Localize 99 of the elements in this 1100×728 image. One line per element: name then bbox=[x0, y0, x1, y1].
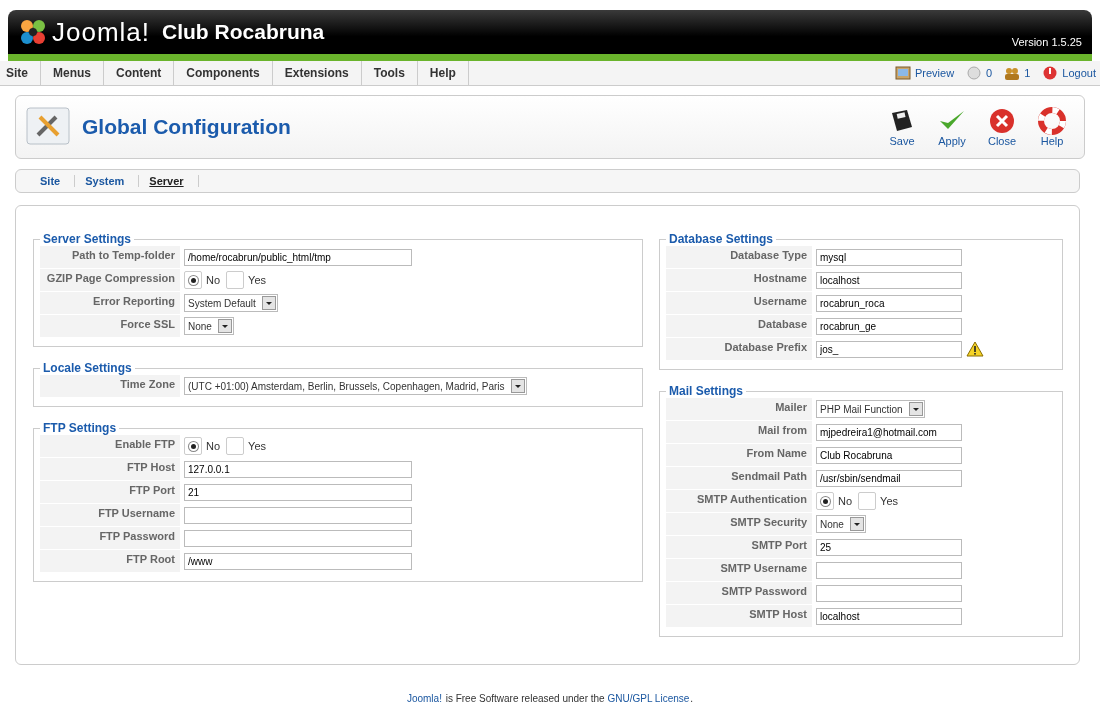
text-field[interactable] bbox=[816, 584, 962, 602]
text-field[interactable]: mysql bbox=[816, 248, 962, 266]
radio-button[interactable] bbox=[184, 437, 202, 455]
text-field[interactable]: /usr/sbin/sendmail bbox=[816, 469, 962, 487]
field-label: FTP Host bbox=[40, 458, 180, 480]
field-label: Mail from bbox=[666, 421, 812, 443]
radio-button[interactable] bbox=[184, 271, 202, 289]
section-title: Mail Settings bbox=[668, 384, 744, 398]
footer-link[interactable]: Joomla! bbox=[406, 693, 442, 704]
text-field[interactable] bbox=[816, 561, 962, 579]
text-field[interactable]: /www bbox=[184, 552, 412, 570]
field-label: SMTP Host bbox=[666, 605, 812, 627]
text-field[interactable]: 25 bbox=[816, 538, 962, 556]
tab[interactable]: Server bbox=[139, 175, 199, 187]
dropdown[interactable]: System Default bbox=[184, 294, 278, 312]
tab[interactable]: Site bbox=[30, 175, 76, 187]
field-label: Path to Temp-folder bbox=[40, 246, 180, 268]
flower-logo-icon bbox=[18, 17, 48, 47]
field-label: Database bbox=[666, 315, 812, 337]
toolbar-button[interactable]: Apply bbox=[930, 107, 974, 147]
users-icon bbox=[1004, 65, 1021, 81]
field-label: From Name bbox=[666, 444, 812, 466]
toolbar-button[interactable]: Close bbox=[980, 107, 1024, 147]
radio-button[interactable] bbox=[858, 492, 877, 510]
logo-text: Joomla! bbox=[52, 16, 151, 48]
lifebuoy-icon bbox=[1037, 107, 1067, 135]
radio-label: Yes bbox=[248, 440, 266, 452]
status-link[interactable]: 0 bbox=[966, 65, 993, 81]
section-title: Server Settings bbox=[42, 232, 133, 246]
field-label: FTP Port bbox=[40, 481, 180, 503]
status-link[interactable]: Logout bbox=[1042, 65, 1096, 81]
status-link[interactable]: Preview bbox=[894, 65, 955, 81]
menu-item[interactable]: Menus bbox=[41, 61, 105, 85]
field-label: Enable FTP bbox=[40, 435, 180, 457]
text-field[interactable]: jos_ bbox=[816, 340, 962, 358]
menu-item[interactable]: Content bbox=[104, 61, 175, 85]
page-title: Global Configuration bbox=[82, 115, 291, 139]
radio-label: Yes bbox=[248, 274, 266, 286]
field-label: Database Prefix bbox=[666, 338, 812, 360]
preview-icon bbox=[894, 65, 911, 81]
field-label: Time Zone bbox=[40, 375, 180, 397]
field-label: Hostname bbox=[666, 269, 812, 291]
status-link[interactable]: 1 bbox=[1004, 65, 1031, 81]
version-label: Version 1.5.25 bbox=[1011, 36, 1082, 48]
field-label: FTP Username bbox=[40, 504, 180, 526]
section-title: Locale Settings bbox=[42, 361, 133, 375]
tab[interactable]: System bbox=[75, 175, 140, 187]
toolbar-button[interactable]: Save bbox=[880, 107, 924, 147]
text-field[interactable]: localhost bbox=[816, 271, 962, 289]
field-label: FTP Password bbox=[40, 527, 180, 549]
field-label: Sendmail Path bbox=[666, 467, 812, 489]
footer-text: . bbox=[690, 693, 694, 704]
field-label: SMTP Authentication bbox=[666, 490, 812, 512]
radio-button[interactable] bbox=[226, 437, 245, 455]
radio-label: No bbox=[206, 440, 221, 452]
text-field[interactable]: 127.0.0.1 bbox=[184, 460, 412, 478]
menu-item[interactable]: Site bbox=[0, 61, 41, 85]
dropdown[interactable]: None bbox=[816, 515, 866, 533]
text-field[interactable]: Club Rocabruna bbox=[816, 446, 962, 464]
field-label: Force SSL bbox=[40, 315, 180, 337]
menu-item[interactable]: Help bbox=[417, 61, 469, 85]
text-field[interactable]: /home/rocabrun/public_html/tmp bbox=[184, 248, 412, 266]
menu-item[interactable]: Tools bbox=[361, 61, 418, 85]
field-label: SMTP Username bbox=[666, 559, 812, 581]
section-title: Database Settings bbox=[668, 232, 775, 246]
text-field[interactable]: localhost bbox=[816, 607, 962, 625]
field-label: SMTP Password bbox=[666, 582, 812, 604]
text-field[interactable]: mjpedreira1@hotmail.com bbox=[816, 423, 962, 441]
footer-text: is Free Software released under the bbox=[444, 693, 606, 704]
field-label: Mailer bbox=[666, 398, 812, 420]
field-label: Database Type bbox=[666, 246, 812, 268]
menu-item[interactable]: Components bbox=[174, 61, 273, 85]
dropdown[interactable]: None bbox=[184, 317, 234, 335]
text-field[interactable]: 21 bbox=[184, 483, 412, 501]
radio-button[interactable] bbox=[816, 492, 834, 510]
section-title: FTP Settings bbox=[42, 421, 118, 435]
text-field[interactable]: rocabrun_ge bbox=[816, 317, 962, 335]
dropdown[interactable]: PHP Mail Function bbox=[816, 400, 925, 418]
footer-link[interactable]: GNU/GPL License bbox=[607, 693, 690, 704]
field-label: SMTP Security bbox=[666, 513, 812, 535]
radio-button[interactable] bbox=[226, 271, 245, 289]
text-field[interactable] bbox=[184, 506, 412, 524]
field-label: Error Reporting bbox=[40, 292, 180, 314]
field-label: Username bbox=[666, 292, 812, 314]
radio-label: Yes bbox=[880, 495, 898, 507]
logout-icon bbox=[1042, 65, 1059, 81]
text-field[interactable]: rocabrun_roca bbox=[816, 294, 962, 312]
radio-label: No bbox=[206, 274, 221, 286]
field-label: GZIP Page Compression bbox=[40, 269, 180, 291]
toolbar-button[interactable]: Help bbox=[1030, 107, 1074, 147]
tools-icon bbox=[26, 107, 70, 147]
dropdown[interactable]: (UTC +01:00) Amsterdam, Berlin, Brussels, Copenhagen, Madrid, Paris bbox=[184, 377, 527, 395]
text-field[interactable] bbox=[184, 529, 412, 547]
radio-label: No bbox=[838, 495, 853, 507]
site-name: Club Rocabruna bbox=[162, 20, 325, 44]
field-label: SMTP Port bbox=[666, 536, 812, 558]
menu-item[interactable]: Extensions bbox=[272, 61, 362, 85]
field-label: FTP Root bbox=[40, 550, 180, 572]
close-icon bbox=[987, 107, 1017, 135]
